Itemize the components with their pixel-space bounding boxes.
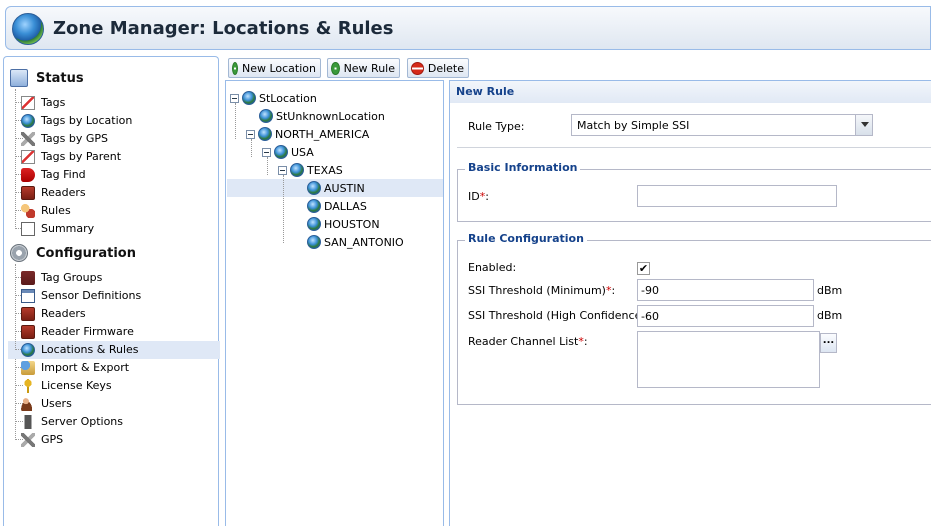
tree-node-san-antonio[interactable]: SAN_ANTONIO bbox=[307, 233, 404, 251]
tree-node-stunknownlocation[interactable]: StUnknownLocation bbox=[259, 107, 385, 125]
ssi-min-input[interactable]: -90 bbox=[637, 279, 814, 301]
globe-icon bbox=[21, 343, 35, 357]
toolbar: New Location New Rule Delete bbox=[224, 56, 931, 80]
sidebar-item-tags[interactable]: Tags bbox=[11, 94, 217, 112]
sidebar-item-tags-by-parent[interactable]: Tags by Parent bbox=[11, 148, 217, 166]
tree-node-texas[interactable]: TEXAS bbox=[278, 161, 343, 179]
sidebar-item-readers-config[interactable]: Readers bbox=[11, 305, 217, 323]
globe-icon bbox=[259, 109, 273, 123]
new-location-button[interactable]: New Location bbox=[228, 58, 321, 78]
globe-icon bbox=[307, 181, 321, 195]
rules-icon bbox=[21, 204, 35, 218]
sidebar-item-summary[interactable]: Summary bbox=[11, 220, 217, 238]
sidebar-item-users[interactable]: Users bbox=[11, 395, 217, 413]
rule-type-label: Rule Type: bbox=[468, 120, 525, 133]
plus-icon bbox=[331, 61, 340, 75]
tree-node-stlocation[interactable]: StLocation bbox=[230, 89, 317, 107]
key-icon bbox=[21, 379, 35, 393]
enabled-checkbox[interactable]: ✔ bbox=[637, 262, 650, 275]
sidebar-item-sensor-definitions[interactable]: Sensor Definitions bbox=[11, 287, 217, 305]
server-icon bbox=[21, 415, 35, 429]
globe-icon bbox=[307, 199, 321, 213]
sidebar: Status Tags Tags by Location Tags by GPS… bbox=[3, 56, 220, 526]
delete-button[interactable]: Delete bbox=[407, 58, 469, 78]
globe-icon bbox=[21, 114, 35, 128]
sidebar-item-readers-status[interactable]: Readers bbox=[11, 184, 217, 202]
satellite-icon bbox=[21, 132, 35, 146]
ssi-high-input[interactable]: -60 bbox=[637, 305, 814, 327]
tag-icon bbox=[21, 96, 35, 110]
globe-icon bbox=[307, 217, 321, 231]
rule-type-select[interactable]: Match by Simple SSI bbox=[571, 114, 873, 136]
sidebar-item-server-options[interactable]: Server Options bbox=[11, 413, 217, 431]
ssi-high-label: SSI Threshold (High Confidence)*: bbox=[468, 309, 655, 322]
ssi-min-label: SSI Threshold (Minimum)*: bbox=[468, 284, 616, 297]
sidebar-item-import-export[interactable]: Import & Export bbox=[11, 359, 217, 377]
globe-icon bbox=[258, 127, 272, 141]
tree-node-north-america[interactable]: NORTH_AMERICA bbox=[246, 125, 369, 143]
globe-icon bbox=[274, 145, 288, 159]
sidebar-item-tags-by-location[interactable]: Tags by Location bbox=[11, 112, 217, 130]
sidebar-item-tag-groups[interactable]: Tag Groups bbox=[11, 269, 217, 287]
sidebar-item-locations-rules[interactable]: Locations & Rules bbox=[8, 341, 220, 359]
channel-list-label: Reader Channel List*: bbox=[468, 335, 588, 348]
import-export-icon bbox=[21, 361, 35, 375]
sidebar-item-rules[interactable]: Rules bbox=[11, 202, 217, 220]
new-rule-button[interactable]: New Rule bbox=[327, 58, 400, 78]
basic-information-fieldset: Basic Information ID*: bbox=[457, 161, 931, 222]
ssi-min-unit: dBm bbox=[817, 284, 843, 297]
sidebar-item-license-keys[interactable]: License Keys bbox=[11, 377, 217, 395]
status-section-title[interactable]: Status bbox=[10, 67, 84, 89]
rule-configuration-legend: Rule Configuration bbox=[465, 232, 587, 245]
basic-information-legend: Basic Information bbox=[465, 161, 581, 174]
tag-find-icon bbox=[21, 168, 35, 182]
document-icon bbox=[21, 222, 35, 236]
globe-icon bbox=[242, 91, 256, 105]
satellite-icon bbox=[21, 433, 35, 447]
rule-form-panel: New Rule Rule Type: Match by Simple SSI … bbox=[449, 80, 931, 526]
sidebar-item-gps[interactable]: GPS bbox=[11, 431, 217, 449]
chevron-down-icon[interactable] bbox=[855, 115, 872, 135]
collapse-icon[interactable] bbox=[230, 93, 239, 103]
gear-icon bbox=[10, 244, 28, 262]
tree-node-houston[interactable]: HOUSTON bbox=[307, 215, 380, 233]
sidebar-item-tags-by-gps[interactable]: Tags by GPS bbox=[11, 130, 217, 148]
tree-node-usa[interactable]: USA bbox=[262, 143, 314, 161]
plus-icon bbox=[232, 61, 238, 75]
channel-list-picker-button[interactable]: ... bbox=[820, 333, 837, 353]
globe-icon bbox=[290, 163, 304, 177]
form-header: New Rule bbox=[450, 81, 931, 103]
id-label: ID*: bbox=[468, 190, 489, 203]
collapse-icon[interactable] bbox=[246, 129, 255, 139]
tree-node-austin[interactable]: AUSTIN bbox=[307, 179, 365, 197]
reader-icon bbox=[21, 307, 35, 321]
page-title: Zone Manager: Locations & Rules bbox=[53, 18, 394, 39]
delete-icon bbox=[411, 61, 424, 75]
rule-configuration-fieldset: Rule Configuration Enabled: ✔ SSI Thresh… bbox=[457, 232, 931, 405]
ssi-high-unit: dBm bbox=[817, 309, 843, 322]
tag-group-icon bbox=[21, 271, 35, 285]
globe-icon bbox=[12, 13, 44, 45]
location-tree: StLocation StUnknownLocation NORTH_AMERI… bbox=[225, 80, 444, 526]
globe-icon bbox=[307, 235, 321, 249]
collapse-icon[interactable] bbox=[262, 147, 271, 157]
reader-icon bbox=[21, 325, 35, 339]
enabled-label: Enabled: bbox=[468, 261, 517, 274]
sidebar-item-tag-find[interactable]: Tag Find bbox=[11, 166, 217, 184]
configuration-section-title[interactable]: Configuration bbox=[10, 242, 136, 264]
sensor-icon bbox=[21, 289, 35, 303]
channel-list-textarea[interactable] bbox=[637, 331, 820, 388]
collapse-icon[interactable] bbox=[278, 165, 287, 175]
id-input[interactable] bbox=[637, 185, 837, 207]
tree-node-dallas[interactable]: DALLAS bbox=[307, 197, 367, 215]
sidebar-item-reader-firmware[interactable]: Reader Firmware bbox=[11, 323, 217, 341]
users-icon bbox=[21, 397, 35, 411]
tag-icon bbox=[21, 150, 35, 164]
app-header: Zone Manager: Locations & Rules bbox=[5, 6, 931, 50]
reader-icon bbox=[21, 186, 35, 200]
status-monitor-icon bbox=[10, 69, 28, 87]
